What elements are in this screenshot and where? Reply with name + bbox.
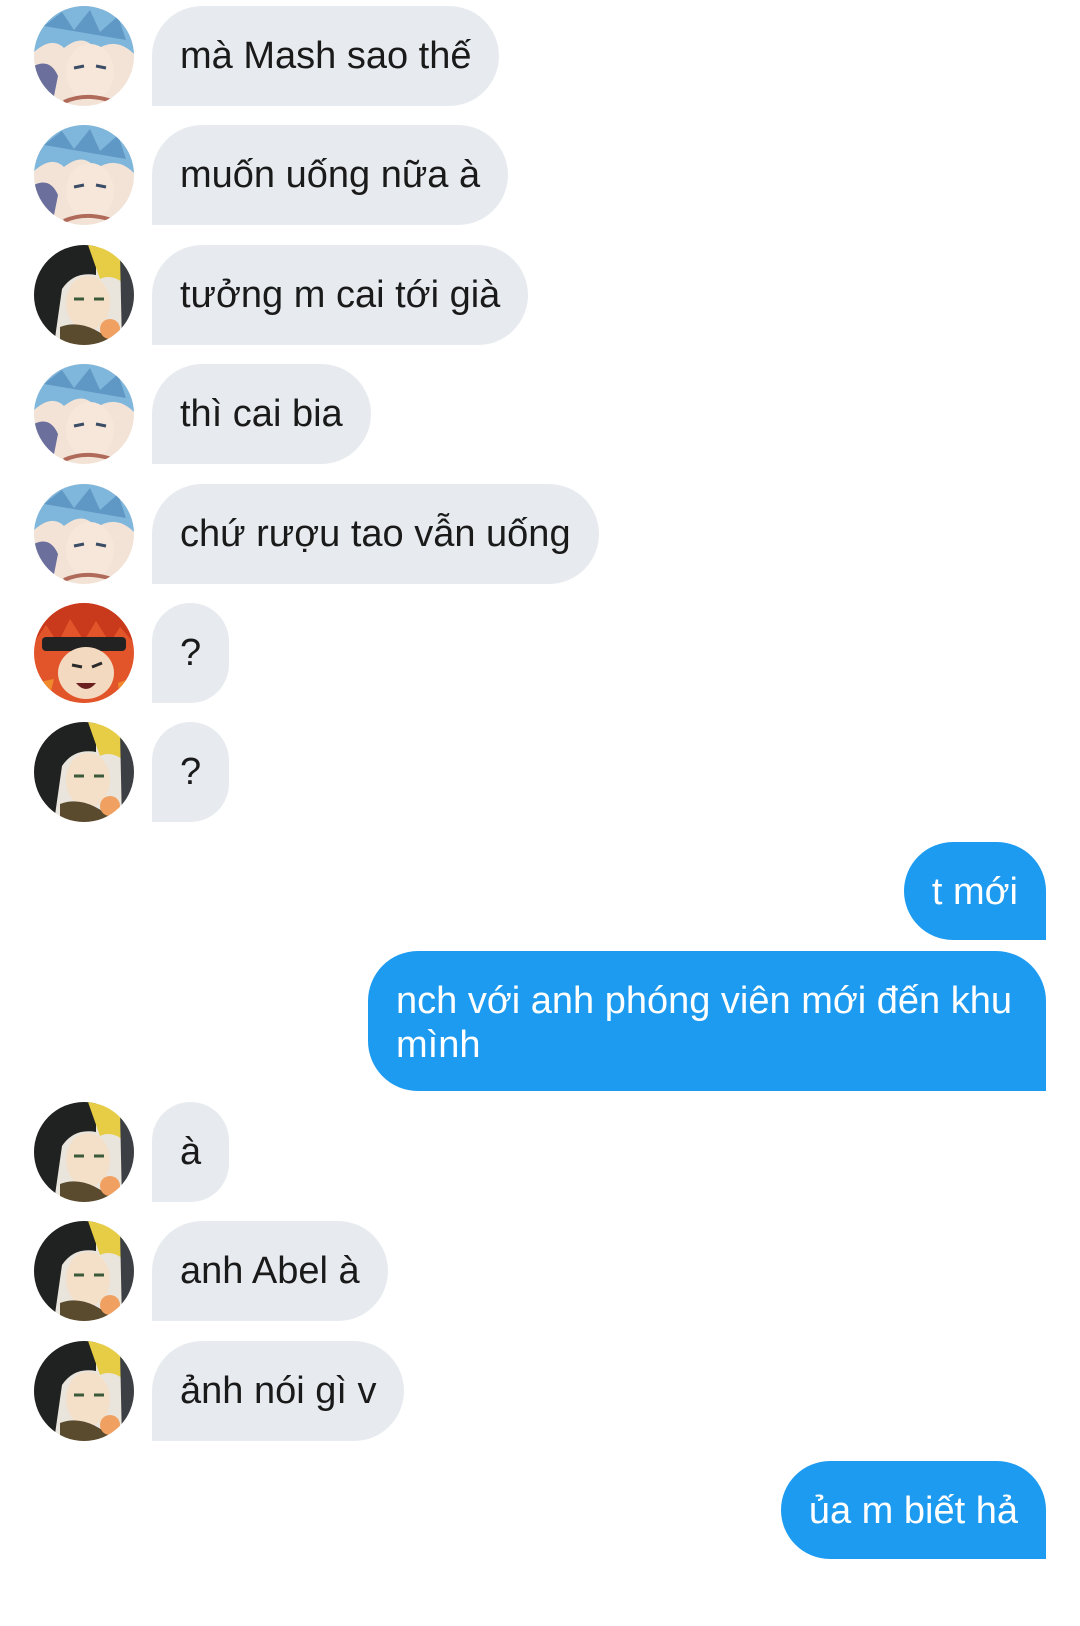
avatar-red-hair[interactable] (34, 603, 134, 703)
message-bubble-outgoing[interactable]: nch với anh phóng viên mới đến khu mình (368, 951, 1046, 1091)
avatar-dark-blond-hair[interactable] (34, 1341, 134, 1441)
message-bubble[interactable]: à (152, 1102, 230, 1202)
message-bubble[interactable]: thì cai bia (152, 364, 371, 464)
message-bubble[interactable]: muốn uống nữa à (152, 125, 509, 225)
avatar-dark-blond-hair[interactable] (34, 722, 134, 822)
avatar-blue-hair[interactable] (34, 484, 134, 584)
message-bubble[interactable]: mà Mash sao thế (152, 6, 500, 106)
avatar-blue-hair[interactable] (34, 364, 134, 464)
message-bubble[interactable]: ảnh nói gì v (152, 1341, 405, 1441)
message-bubble-outgoing[interactable]: t mới (903, 842, 1046, 940)
message-bubble[interactable]: anh Abel à (152, 1221, 388, 1321)
message-bubble[interactable]: chứ rượu tao vẫn uống (152, 484, 599, 584)
message-bubble[interactable]: ? (152, 603, 230, 703)
message-thread: mà Mash sao thế muốn uống nữa à tưởng m … (0, 0, 1080, 1626)
avatar-dark-blond-hair[interactable] (34, 245, 134, 345)
avatar-blue-hair[interactable] (34, 125, 134, 225)
message-bubble[interactable]: tưởng m cai tới già (152, 245, 529, 345)
message-bubble-outgoing[interactable]: ủa m biết hả (780, 1461, 1046, 1559)
avatar-dark-blond-hair[interactable] (34, 1221, 134, 1321)
avatar-dark-blond-hair[interactable] (34, 1102, 134, 1202)
message-bubble[interactable]: ? (152, 722, 230, 822)
avatar-blue-hair[interactable] (34, 6, 134, 106)
